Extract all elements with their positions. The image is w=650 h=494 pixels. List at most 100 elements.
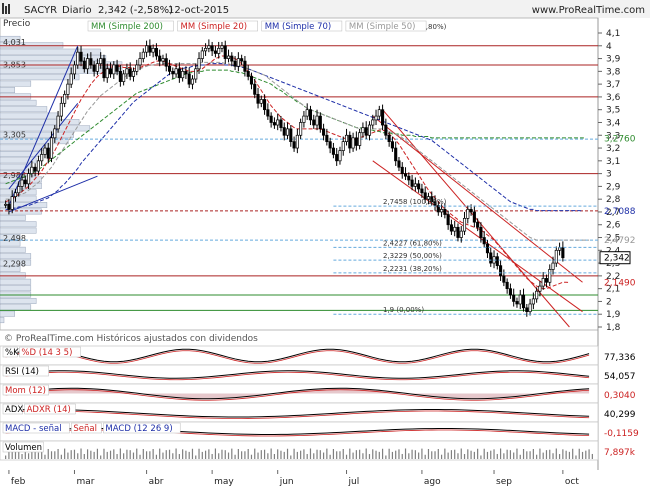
- candle-body: [394, 147, 398, 162]
- volume-profile-bar: [0, 80, 32, 87]
- candle-body: [515, 301, 519, 305]
- candle-body: [164, 58, 168, 67]
- month-label: mar: [76, 477, 94, 487]
- candle-body: [417, 183, 421, 190]
- y-tick-label: 3,1: [606, 157, 620, 167]
- candle-body: [282, 127, 286, 136]
- y-tick-label: 2,6: [606, 221, 621, 231]
- candle-body: [233, 60, 237, 67]
- candle-body: [554, 249, 558, 264]
- volume-profile-bar: [0, 246, 26, 253]
- candle-body: [89, 58, 93, 66]
- candle-body: [246, 70, 250, 77]
- candle-body: [36, 160, 40, 172]
- candle-body: [344, 134, 349, 143]
- price-label: Precio: [3, 19, 31, 29]
- candle-body: [115, 64, 119, 72]
- candle-body: [541, 278, 545, 287]
- candle-body: [72, 64, 77, 75]
- candle-body: [466, 209, 470, 219]
- brand-link[interactable]: www.ProRealTime.com: [532, 5, 645, 16]
- candle-body: [289, 128, 293, 143]
- candle-body: [331, 147, 335, 155]
- month-label: feb: [11, 477, 26, 487]
- candle-body: [118, 70, 122, 82]
- candle-body: [240, 58, 244, 62]
- candle-body: [259, 99, 263, 104]
- header-period: Diario: [62, 5, 92, 16]
- candle-body: [76, 51, 80, 66]
- candle-body: [462, 217, 467, 232]
- fib-label: 2,3229 (50,00%): [383, 252, 442, 260]
- candle-body: [502, 275, 506, 283]
- watermark: © ProRealTime.com Históricos ajustados c…: [4, 333, 258, 344]
- candle-body: [125, 68, 129, 75]
- candle-body: [302, 115, 306, 123]
- candle-body: [20, 179, 24, 187]
- candle-body: [322, 128, 326, 136]
- candle-body: [7, 203, 11, 210]
- y-tick-label: 3,2: [606, 144, 620, 154]
- candle-body: [276, 119, 280, 126]
- candle-body: [194, 68, 198, 80]
- volume-profile-label: 2,498: [3, 234, 26, 243]
- candle-body: [348, 134, 352, 149]
- candle-body: [495, 256, 499, 266]
- panel-label: Mom (12): [5, 386, 46, 396]
- panel-value: 54,057: [604, 372, 636, 382]
- candle-body: [4, 203, 8, 206]
- candle-body: [207, 45, 211, 49]
- month-label: jul: [348, 477, 360, 487]
- candle-body: [17, 186, 21, 194]
- candle-body: [23, 179, 27, 185]
- candle-body: [279, 119, 283, 128]
- panel-adx: [0, 402, 599, 423]
- y-tick-label: 3,5: [606, 106, 620, 116]
- header-date: 12-oct-2015: [168, 5, 229, 16]
- fib-label: 1,9 (0,00%): [383, 306, 424, 314]
- candle-body: [128, 68, 132, 77]
- candle-body: [482, 237, 486, 245]
- candle-body: [151, 47, 155, 53]
- fib-label: 2,7458 (100,00%): [383, 198, 447, 206]
- candle-body: [263, 99, 267, 111]
- candle-body: [397, 160, 401, 168]
- candle-body: [184, 70, 188, 75]
- candle-body: [285, 128, 290, 136]
- candle-body: [226, 55, 231, 59]
- price-chart[interactable]: SACYR Diario 2,342 (-2,58%) 12-oct-2015 …: [0, 0, 650, 490]
- legend-label: MM (Simple 200): [91, 22, 163, 32]
- candle-body: [190, 78, 195, 85]
- candle-body: [354, 137, 358, 146]
- y-tick-label: 4,1: [606, 29, 620, 39]
- candle-body: [79, 51, 83, 62]
- candle-body: [295, 134, 299, 149]
- volume-profile-bar: [0, 285, 32, 292]
- candle-body: [131, 70, 136, 77]
- volume-profile-bar: [0, 227, 37, 234]
- volume-profile-bar: [0, 48, 101, 55]
- candle-body: [407, 175, 411, 181]
- chart-root: SACYR Diario 2,342 (-2,58%) 12-oct-2015 …: [0, 0, 650, 490]
- panel-value: 40,299: [604, 410, 636, 420]
- candle-body: [364, 127, 368, 136]
- candle-body: [69, 73, 73, 85]
- candle-body: [200, 50, 204, 59]
- header-symbol: SACYR: [24, 5, 57, 16]
- candle-body: [459, 230, 463, 238]
- candle-body: [499, 265, 503, 277]
- header-last: 2,342 (-2,58%): [98, 5, 173, 16]
- volume-profile-bar: [0, 99, 37, 106]
- candle-body: [217, 47, 221, 54]
- candle-body: [86, 58, 90, 70]
- panel-label: %K: [5, 348, 19, 358]
- candle-body: [204, 47, 208, 52]
- candle-body: [99, 58, 103, 65]
- candle-body: [476, 221, 480, 228]
- candle-body: [390, 141, 394, 149]
- candle-body: [535, 290, 539, 300]
- candle-body: [171, 70, 175, 75]
- candle-body: [328, 141, 332, 149]
- candle-body: [508, 288, 512, 296]
- candle-body: [210, 45, 214, 52]
